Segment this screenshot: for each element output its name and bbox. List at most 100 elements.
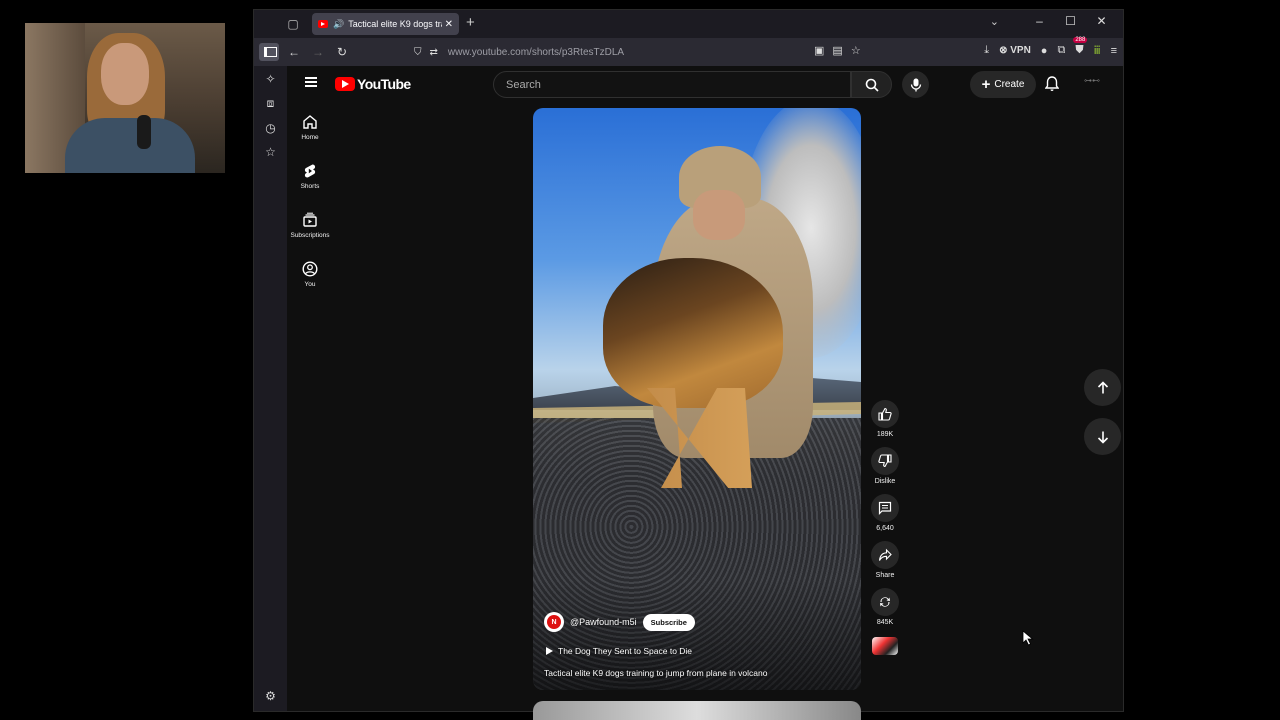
- comments-action: 6,640: [871, 494, 899, 535]
- gear-icon[interactable]: ⚙: [265, 689, 276, 703]
- shorts-icon: [304, 164, 316, 178]
- history-icon[interactable]: ◷: [265, 121, 275, 135]
- permissions-icon[interactable]: ⇄: [430, 47, 438, 58]
- shorts-video-player[interactable]: N @Pawfound-m5i Subscribe The Dog They S…: [533, 108, 861, 690]
- ai-sparkle-icon[interactable]: ✧: [265, 72, 275, 86]
- ublock-extension-icon[interactable]: ⛊ 288: [1073, 37, 1088, 57]
- remix-action: 845K: [871, 588, 899, 629]
- youtube-favicon-icon: [318, 20, 328, 28]
- forward-button[interactable]: →: [306, 45, 330, 59]
- shield-icon[interactable]: ⛉: [414, 47, 422, 58]
- search-button[interactable]: [851, 71, 892, 98]
- bookmark-star-icon[interactable]: ☆: [851, 44, 861, 57]
- synced-tabs-icon[interactable]: ⧈: [267, 96, 275, 111]
- screen: ▢ 🔊 Tactical elite K9 dogs trainin ✕ + ⌄…: [0, 0, 1280, 720]
- reload-button[interactable]: ↻: [330, 45, 354, 59]
- remix-button[interactable]: [871, 588, 899, 616]
- nav-label-subscriptions: Subscriptions: [290, 232, 330, 239]
- menu-icon[interactable]: ≡: [1111, 45, 1117, 57]
- comments-button[interactable]: [871, 494, 899, 522]
- youtube-mini-guide: Home Shorts Subscriptions You: [287, 102, 333, 298]
- microphone-icon: [910, 78, 921, 91]
- nav-item-shorts[interactable]: Shorts: [287, 151, 333, 200]
- dislike-button[interactable]: [871, 447, 899, 475]
- webcam-person-head: [101, 43, 149, 105]
- playlist-link[interactable]: The Dog They Sent to Space to Die: [546, 646, 692, 656]
- subscribe-button[interactable]: Subscribe: [642, 613, 695, 631]
- share-button[interactable]: [871, 541, 899, 569]
- thumbs-down-icon: [878, 454, 892, 468]
- new-tab-button[interactable]: +: [466, 14, 475, 31]
- subscriptions-icon: [303, 212, 317, 227]
- bookmarks-icon[interactable]: ☆: [265, 145, 276, 159]
- search-input[interactable]: Search: [493, 71, 851, 98]
- extension-bars-icon[interactable]: ⅲ: [1094, 44, 1101, 57]
- maximize-button[interactable]: ☐: [1055, 14, 1086, 28]
- create-button[interactable]: + Create: [970, 71, 1036, 98]
- close-window-button[interactable]: ✕: [1086, 14, 1117, 28]
- shorts-action-bar: 189K Dislike 6,640 Share 845K: [870, 400, 900, 655]
- thumbs-up-icon: [878, 407, 892, 421]
- user-profile-icon: [302, 261, 318, 277]
- share-action: Share: [871, 541, 899, 582]
- playlist-title: The Dog They Sent to Space to Die: [558, 646, 693, 656]
- guide-menu-icon[interactable]: [305, 77, 317, 87]
- extensions-icon[interactable]: ⧉: [1057, 44, 1065, 57]
- download-icon[interactable]: ⤓: [984, 44, 989, 57]
- url-text[interactable]: www.youtube.com/shorts/p3RtesTzDLA: [448, 47, 624, 58]
- sidebar-toggle-icon[interactable]: [259, 43, 279, 61]
- audio-source-thumbnail[interactable]: [872, 637, 898, 655]
- extension-badge: 288: [1073, 37, 1088, 43]
- minimize-button[interactable]: –: [1024, 14, 1055, 28]
- next-short-preview[interactable]: [533, 701, 861, 720]
- nav-label-home: Home: [301, 134, 319, 141]
- navigation-bar: ← → ↻ ⛉ ⇄ www.youtube.com/shorts/p3RtesT…: [254, 37, 1123, 66]
- close-tab-icon[interactable]: ✕: [445, 19, 453, 30]
- speaker-icon[interactable]: 🔊: [333, 19, 344, 30]
- voice-search-button[interactable]: [902, 71, 929, 98]
- nav-item-home[interactable]: Home: [287, 102, 333, 151]
- youtube-logo[interactable]: YouTube: [335, 76, 411, 92]
- search-placeholder: Search: [506, 78, 541, 91]
- reader-view-icon[interactable]: ▤: [832, 44, 842, 57]
- nav-label-you: You: [304, 281, 316, 288]
- channel-info: N @Pawfound-m5i Subscribe: [544, 612, 695, 632]
- active-tab[interactable]: 🔊 Tactical elite K9 dogs trainin ✕: [312, 13, 459, 35]
- account-icon[interactable]: ●: [1041, 45, 1048, 57]
- nav-item-you[interactable]: You: [287, 249, 333, 298]
- tab-bar: ▢ 🔊 Tactical elite K9 dogs trainin ✕ + ⌄…: [254, 10, 1123, 38]
- like-button[interactable]: [871, 400, 899, 428]
- arrow-down-icon: [1097, 431, 1108, 444]
- channel-avatar[interactable]: N: [544, 612, 564, 632]
- channel-handle[interactable]: @Pawfound-m5i: [570, 617, 637, 627]
- channel-avatar-letter: N: [547, 615, 561, 629]
- back-button[interactable]: ←: [282, 45, 306, 59]
- comment-icon: [878, 501, 892, 515]
- video-title[interactable]: Tactical elite K9 dogs training to jump …: [544, 668, 767, 678]
- microphone: [137, 115, 151, 149]
- share-label: Share: [875, 572, 895, 579]
- browser-window: ▢ 🔊 Tactical elite K9 dogs trainin ✕ + ⌄…: [253, 9, 1124, 720]
- nav-label-shorts: Shorts: [300, 183, 320, 190]
- plus-icon: +: [981, 76, 991, 93]
- address-bar[interactable]: ⛉ ⇄ www.youtube.com/shorts/p3RtesTzDLA: [414, 43, 864, 61]
- next-short-button[interactable]: [1084, 418, 1121, 455]
- picture-in-picture-icon[interactable]: ▣: [814, 44, 824, 57]
- account-avatar-loading-icon[interactable]: ⊶⊷: [1084, 76, 1100, 85]
- k9-dog-figure: [603, 258, 783, 408]
- vpn-button[interactable]: ⊗ VPN: [999, 45, 1031, 56]
- home-icon: [303, 115, 317, 129]
- soldier-face: [693, 190, 745, 240]
- tab-overview-icon[interactable]: ▢: [280, 10, 306, 38]
- dislike-action: Dislike: [871, 447, 899, 488]
- window-controls: – ☐ ✕: [1024, 14, 1117, 28]
- nav-item-subscriptions[interactable]: Subscriptions: [287, 200, 333, 249]
- tab-list-chevron-icon[interactable]: ⌄: [990, 15, 999, 28]
- youtube-logo-text: YouTube: [357, 76, 411, 92]
- notifications-bell-icon[interactable]: [1044, 76, 1060, 97]
- webcam-overlay: [25, 23, 225, 173]
- shorts-navigation: [1084, 369, 1121, 455]
- browser-sidebar: ✧ ⧈ ◷ ☆ ⚙: [254, 66, 287, 711]
- previous-short-button[interactable]: [1084, 369, 1121, 406]
- play-icon: [546, 647, 553, 655]
